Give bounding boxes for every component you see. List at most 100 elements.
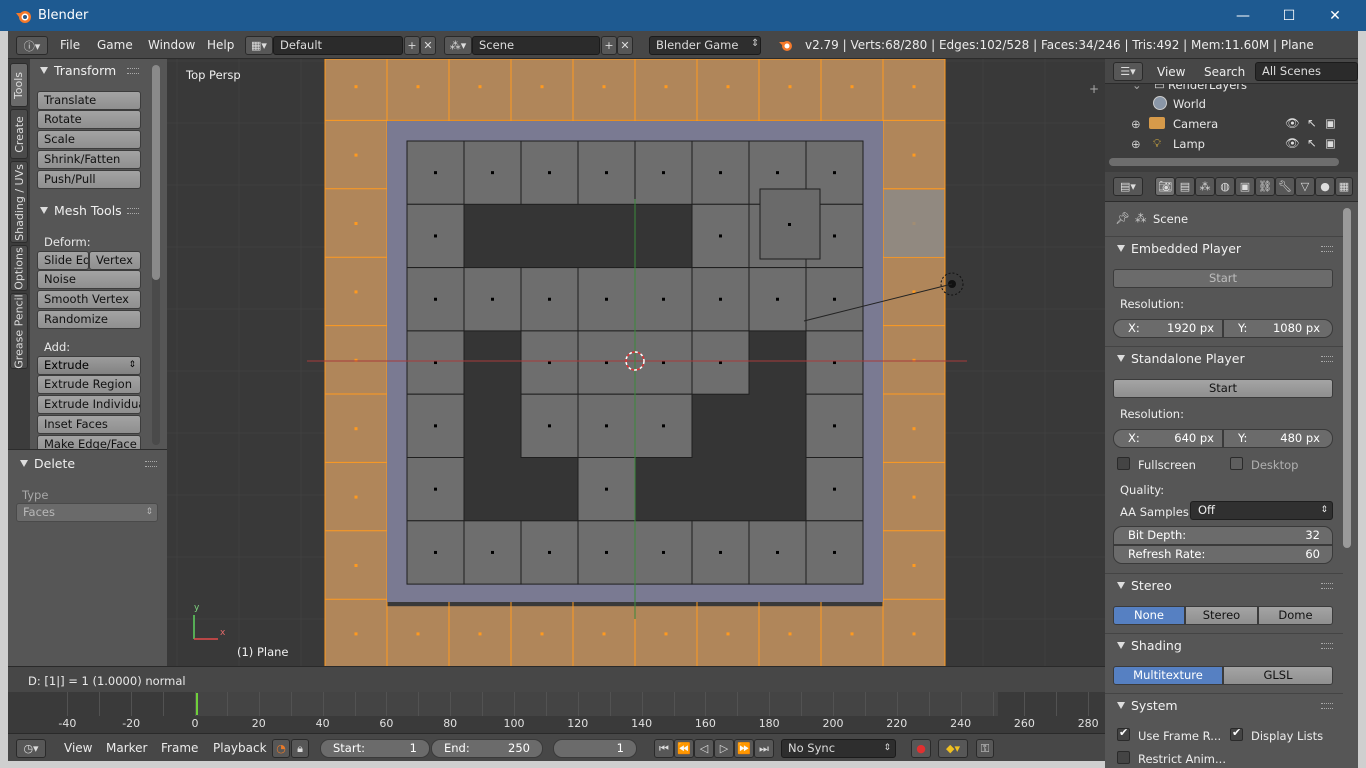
restrict-animation-checkbox[interactable]: [1117, 751, 1130, 764]
constraints-context-icon[interactable]: ⛓︎: [1255, 177, 1275, 196]
play-button[interactable]: ▷: [714, 739, 734, 758]
menu-frame[interactable]: Frame: [161, 741, 198, 755]
panel-grip-icon[interactable]: [1321, 356, 1333, 362]
scene-icon-button[interactable]: ⁂▾: [444, 36, 472, 55]
standalone-start-button[interactable]: Start: [1113, 379, 1333, 398]
add-scene-button[interactable]: +: [601, 36, 617, 55]
panel-grip-icon[interactable]: [127, 68, 139, 74]
outliner-item-camera[interactable]: ⊕ Camera 👁︎ ↖ ▣: [1105, 115, 1345, 135]
outliner-item-world[interactable]: World: [1105, 95, 1345, 115]
delete-type-dropdown[interactable]: Faces ⇕: [16, 503, 158, 522]
toolshelf-scrollbar[interactable]: [152, 65, 160, 445]
3d-viewport[interactable]: Top Persp (1) Plane y x +: [167, 59, 1105, 666]
menu-marker[interactable]: Marker: [106, 741, 147, 755]
pin-icon[interactable]: 📌︎: [1115, 211, 1130, 225]
sync-mode-dropdown[interactable]: No Sync ⇕: [781, 739, 896, 758]
menu-help[interactable]: Help: [207, 38, 234, 52]
delete-panel-header[interactable]: Delete: [20, 456, 75, 471]
keyframe-insert-button[interactable]: ⚿: [976, 739, 994, 758]
scene-field[interactable]: Scene: [472, 36, 600, 55]
panel-grip-icon[interactable]: [1321, 703, 1333, 709]
visibility-eye-icon[interactable]: 👁︎: [1285, 116, 1300, 130]
world-context-icon[interactable]: ◍: [1215, 177, 1235, 196]
panel-grip-icon[interactable]: [145, 461, 157, 467]
panel-grip-icon[interactable]: [1321, 643, 1333, 649]
visibility-eye-icon[interactable]: 👁︎: [1285, 136, 1300, 150]
texture-context-icon[interactable]: ▦: [1335, 177, 1353, 196]
render-camera-icon[interactable]: ▣: [1325, 116, 1336, 130]
modifiers-context-icon[interactable]: 🔧︎: [1275, 177, 1295, 196]
bit-depth-field[interactable]: Bit Depth: 32: [1113, 526, 1333, 545]
display-lists-checkbox[interactable]: [1230, 726, 1243, 741]
push-pull-button[interactable]: Push/Pull: [37, 170, 141, 189]
standalone-resolution-y-field[interactable]: Y: 480 px: [1223, 429, 1333, 448]
select-cursor-icon[interactable]: ↖: [1307, 136, 1317, 150]
stereo-panel-header[interactable]: Stereo: [1117, 578, 1172, 593]
stereo-none-button[interactable]: None: [1113, 606, 1185, 625]
expand-icon[interactable]: ⌄: [1132, 84, 1142, 92]
start-frame-field[interactable]: Start: 1: [320, 739, 430, 758]
embedded-resolution-x-field[interactable]: X: 1920 px: [1113, 319, 1223, 338]
extrude-region-button[interactable]: Extrude Region: [37, 375, 141, 394]
smooth-vertex-button[interactable]: Smooth Vertex: [37, 290, 141, 309]
tab-tools[interactable]: Tools: [10, 63, 28, 107]
maximize-button[interactable]: ☐: [1266, 0, 1312, 31]
outliner-menu-search[interactable]: Search: [1204, 65, 1245, 79]
embedded-resolution-y-field[interactable]: Y: 1080 px: [1223, 319, 1333, 338]
inset-faces-button[interactable]: Inset Faces: [37, 415, 141, 434]
toolshelf-scroll-thumb[interactable]: [152, 65, 160, 280]
extrude-individual-button[interactable]: Extrude Individual: [37, 395, 141, 414]
remove-scene-button[interactable]: ✕: [617, 36, 633, 55]
tab-grease-pencil[interactable]: Grease Pencil: [10, 293, 28, 369]
stereo-stereo-button[interactable]: Stereo: [1185, 606, 1258, 625]
jump-keyframe-forward-button[interactable]: ⏩: [734, 739, 754, 758]
mesh-tools-panel-header[interactable]: Mesh Tools: [40, 203, 122, 218]
jump-keyframe-back-button[interactable]: ⏪: [674, 739, 694, 758]
panel-grip-icon[interactable]: [1321, 246, 1333, 252]
scene-context-icon[interactable]: ⁂: [1195, 177, 1215, 196]
tab-options[interactable]: Options: [10, 245, 28, 291]
embedded-start-button[interactable]: Start: [1113, 269, 1333, 288]
select-cursor-icon[interactable]: ↖: [1307, 116, 1317, 130]
noise-button[interactable]: Noise: [37, 270, 141, 289]
embedded-player-panel-header[interactable]: Embedded Player: [1117, 241, 1241, 256]
outliner-menu-view[interactable]: View: [1157, 65, 1185, 79]
render-camera-icon[interactable]: ▣: [1325, 136, 1336, 150]
editor-type-info-button[interactable]: ⓘ▾: [16, 36, 48, 55]
screen-layout-field[interactable]: Default: [273, 36, 403, 55]
jump-end-button[interactable]: ⏭: [754, 739, 774, 758]
tab-create[interactable]: Create: [10, 109, 28, 159]
editor-type-timeline-button[interactable]: ◷▾: [16, 739, 46, 758]
current-frame-field[interactable]: 1: [553, 739, 637, 758]
system-panel-header[interactable]: System: [1117, 698, 1178, 713]
shrink-fatten-button[interactable]: Shrink/Fatten: [37, 150, 141, 169]
close-button[interactable]: ✕: [1312, 0, 1358, 31]
jump-start-button[interactable]: ⏮: [654, 739, 674, 758]
expand-plus-icon[interactable]: ⊕: [1131, 137, 1141, 151]
remove-layout-button[interactable]: ✕: [420, 36, 436, 55]
outliner-item-lamp[interactable]: ⊕ 💡︎ Lamp 👁︎ ↖ ▣: [1105, 135, 1345, 155]
menu-game[interactable]: Game: [97, 38, 133, 52]
viewport-corner-plus-icon[interactable]: +: [1089, 82, 1099, 96]
shading-multitexture-button[interactable]: Multitexture: [1113, 666, 1223, 685]
viewport-canvas[interactable]: [167, 59, 1105, 666]
panel-grip-icon[interactable]: [127, 208, 139, 214]
stereo-dome-button[interactable]: Dome: [1258, 606, 1333, 625]
standalone-resolution-x-field[interactable]: X: 640 px: [1113, 429, 1223, 448]
keying-set-button[interactable]: ◆▾: [938, 739, 968, 758]
outliner-scrollbar[interactable]: [1109, 158, 1339, 166]
material-context-icon[interactable]: ●: [1315, 177, 1335, 196]
object-context-icon[interactable]: ▣: [1235, 177, 1255, 196]
expand-plus-icon[interactable]: ⊕: [1131, 117, 1141, 131]
desktop-checkbox[interactable]: [1230, 457, 1243, 470]
menu-file[interactable]: File: [60, 38, 80, 52]
menu-window[interactable]: Window: [148, 38, 195, 52]
shading-glsl-button[interactable]: GLSL: [1223, 666, 1333, 685]
standalone-player-panel-header[interactable]: Standalone Player: [1117, 351, 1245, 366]
editor-type-properties-button[interactable]: ▤▾: [1113, 177, 1143, 196]
translate-button[interactable]: Translate: [37, 91, 141, 110]
rotate-button[interactable]: Rotate: [37, 110, 141, 129]
end-frame-field[interactable]: End: 250: [431, 739, 543, 758]
randomize-button[interactable]: Randomize: [37, 310, 141, 329]
slide-vertex-button[interactable]: Vertex: [89, 251, 141, 270]
